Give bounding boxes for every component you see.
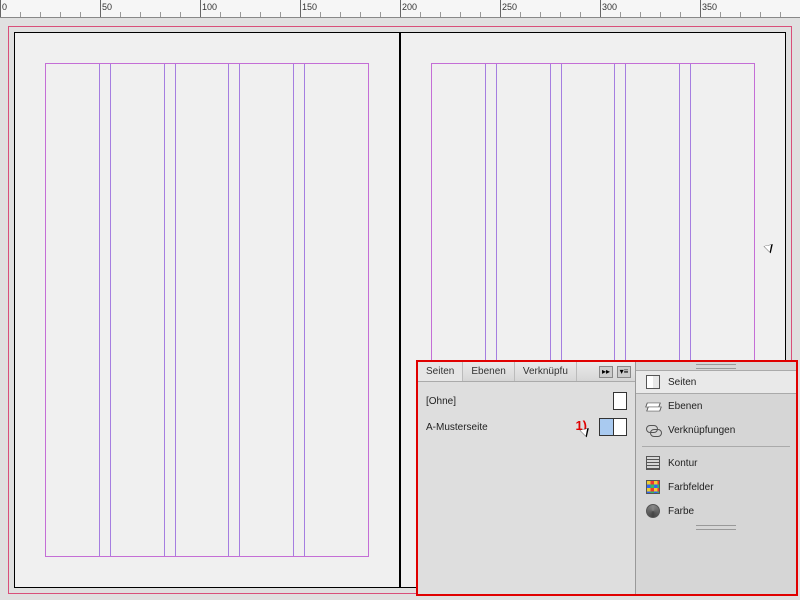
left-page[interactable] <box>14 32 400 588</box>
master-row-a[interactable]: A-Musterseite 1) <box>426 414 627 440</box>
ruler-label: 150 <box>302 2 317 12</box>
sidebar-label-farbfelder: Farbfelder <box>668 482 714 493</box>
horizontal-ruler[interactable]: 050100150200250300350400 <box>0 0 800 18</box>
swatches-icon <box>646 480 660 494</box>
sidebar-separator <box>642 446 790 447</box>
color-icon <box>646 504 660 518</box>
sidebar-label-farbe: Farbe <box>668 506 694 517</box>
links-icon <box>646 423 660 437</box>
sidebar-label-verknupf: Verknüpfungen <box>668 425 735 436</box>
panel-collapse-icon[interactable]: ▸▸ <box>599 366 613 378</box>
sidebar-item-farbe[interactable]: Farbe <box>636 499 796 523</box>
ruler-label: 0 <box>2 2 7 12</box>
layers-icon <box>646 399 660 413</box>
tab-verknupfungen[interactable]: Verknüpfu <box>515 362 577 381</box>
panel-tab-bar: Seiten Ebenen Verknüpfu ▸▸ ▾≡ <box>418 362 635 382</box>
panel-menu-icon[interactable]: ▾≡ <box>617 366 631 378</box>
ruler-label: 100 <box>202 2 217 12</box>
tab-ebenen[interactable]: Ebenen <box>463 362 514 381</box>
panel-sidebar: Seiten Ebenen Verknüpfungen Kontur Farbf… <box>636 362 796 594</box>
panel-grip-icon[interactable] <box>636 362 796 370</box>
sidebar-label-kontur: Kontur <box>668 458 697 469</box>
sidebar-item-seiten[interactable]: Seiten <box>636 370 796 394</box>
master-label-a: A-Musterseite <box>426 422 599 433</box>
master-row-none[interactable]: [Ohne] <box>426 388 627 414</box>
sidebar-label-seiten: Seiten <box>668 377 696 388</box>
ruler-label: 250 <box>502 2 517 12</box>
ruler-label: 300 <box>602 2 617 12</box>
master-pages-list: [Ohne] A-Musterseite 1) <box>418 382 635 594</box>
ruler-label: 350 <box>702 2 717 12</box>
ruler-label: 200 <box>402 2 417 12</box>
master-label-none: [Ohne] <box>426 396 613 407</box>
panel-dock: Seiten Ebenen Verknüpfu ▸▸ ▾≡ [Ohne] A-M… <box>416 360 798 596</box>
tab-seiten[interactable]: Seiten <box>418 362 463 381</box>
master-thumb-a-left[interactable] <box>599 418 613 436</box>
sidebar-item-ebenen[interactable]: Ebenen <box>636 394 796 418</box>
ruler-label: 50 <box>102 2 112 12</box>
panel-grip-icon[interactable] <box>636 523 796 531</box>
sidebar-item-kontur[interactable]: Kontur <box>636 451 796 475</box>
master-thumb-a-right[interactable] <box>613 418 627 436</box>
margin-guides-left <box>45 63 369 557</box>
pages-panel: Seiten Ebenen Verknüpfu ▸▸ ▾≡ [Ohne] A-M… <box>418 362 636 594</box>
sidebar-label-ebenen: Ebenen <box>668 401 702 412</box>
sidebar-item-verknupfungen[interactable]: Verknüpfungen <box>636 418 796 442</box>
pages-icon <box>646 375 660 389</box>
master-thumb-none[interactable] <box>613 392 627 410</box>
stroke-icon <box>646 456 660 470</box>
sidebar-item-farbfelder[interactable]: Farbfelder <box>636 475 796 499</box>
